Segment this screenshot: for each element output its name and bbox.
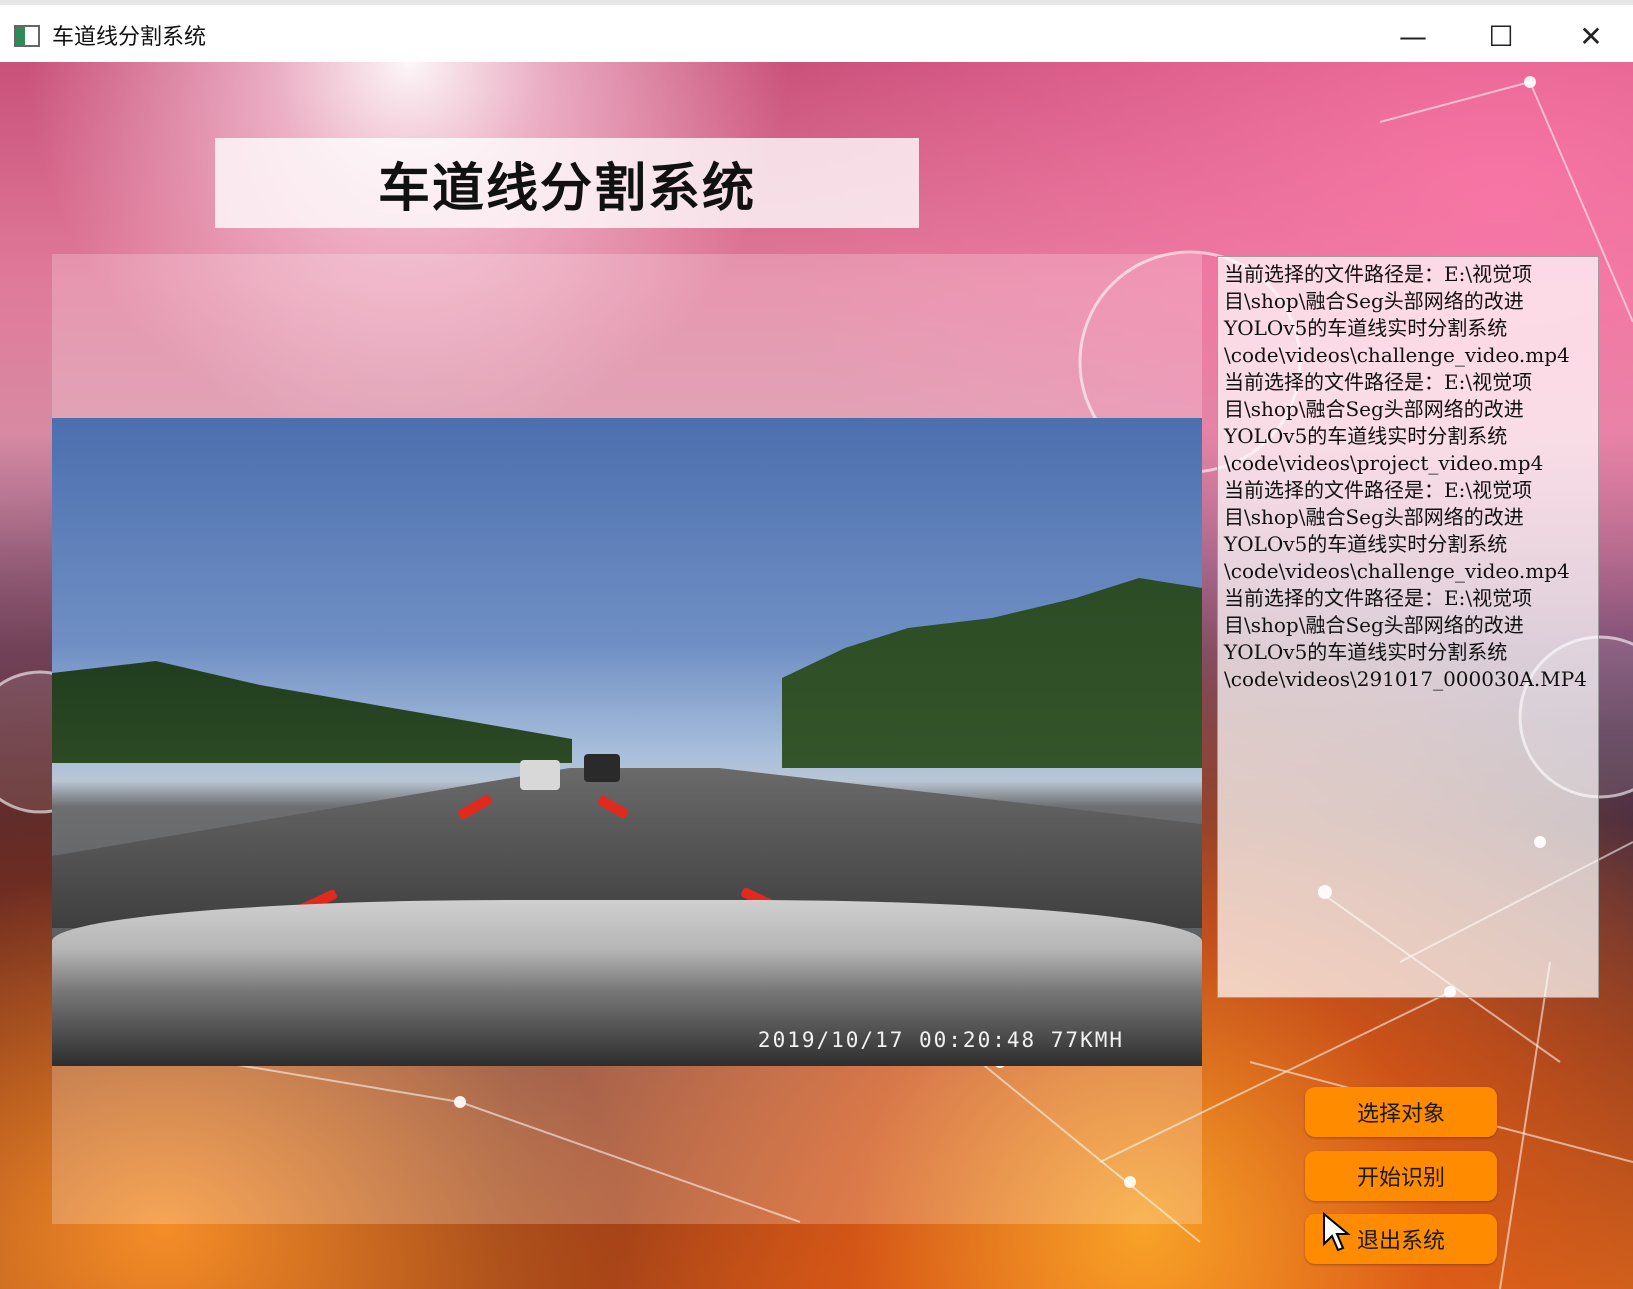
log-line: 当前选择的文件路径是：E:\视觉项 (1224, 262, 1533, 286)
maximize-button[interactable]: ☐ (1466, 13, 1536, 59)
header-panel: 车道线分割系统 (215, 138, 919, 228)
log-line: \code\videos\challenge_video.mp4 (1224, 343, 1570, 367)
car-ahead (584, 754, 620, 782)
log-line: YOLOv5的车道线实时分割系统 (1224, 640, 1508, 664)
log-line: 目\shop\融合Seg头部网络的改进 (1224, 289, 1524, 313)
video-timestamp-overlay: 2019/10/17 00:20:48 77KMH (757, 1028, 1124, 1052)
log-line: 目\shop\融合Seg头部网络的改进 (1224, 397, 1524, 421)
log-line: 当前选择的文件路径是：E:\视觉项 (1224, 370, 1533, 394)
select-object-button[interactable]: 选择对象 (1305, 1087, 1497, 1137)
log-line: 目\shop\融合Seg头部网络的改进 (1224, 505, 1524, 529)
log-line: \code\videos\291017_000030A.MP4 (1224, 667, 1587, 691)
app-icon (14, 25, 40, 47)
log-text-panel[interactable]: 当前选择的文件路径是：E:\视觉项 目\shop\融合Seg头部网络的改进 YOLO… (1217, 256, 1599, 998)
start-recognition-button[interactable]: 开始识别 (1305, 1151, 1497, 1201)
window-title: 车道线分割系统 (52, 25, 207, 50)
log-line: YOLOv5的车道线实时分割系统 (1224, 316, 1508, 340)
car-ahead (520, 760, 560, 790)
log-line: YOLOv5的车道线实时分割系统 (1224, 532, 1508, 556)
log-line: 当前选择的文件路径是：E:\视觉项 (1224, 478, 1533, 502)
log-line: \code\videos\challenge_video.mp4 (1224, 559, 1570, 583)
main-window-background: 车道线分割系统 2019/10/17 00:20:48 77KMH 当前选择的文… (0, 62, 1633, 1289)
minimize-button[interactable]: — (1378, 13, 1448, 59)
close-icon: ✕ (1579, 19, 1603, 53)
window-titlebar: 车道线分割系统 — ☐ ✕ (0, 0, 1633, 62)
log-line: YOLOv5的车道线实时分割系统 (1224, 424, 1508, 448)
log-line: 目\shop\融合Seg头部网络的改进 (1224, 613, 1524, 637)
log-line: \code\videos\project_video.mp4 (1224, 451, 1544, 475)
page-title: 车道线分割系统 (377, 158, 756, 219)
minimize-icon: — (1399, 19, 1427, 53)
trees-right (782, 578, 1202, 768)
close-button[interactable]: ✕ (1556, 13, 1626, 59)
maximize-icon: ☐ (1488, 19, 1514, 53)
video-frame-image: 2019/10/17 00:20:48 77KMH (52, 418, 1202, 1066)
log-line: 当前选择的文件路径是：E:\视觉项 (1224, 586, 1533, 610)
trees-left (52, 661, 572, 763)
mouse-cursor-icon (1323, 1212, 1351, 1252)
